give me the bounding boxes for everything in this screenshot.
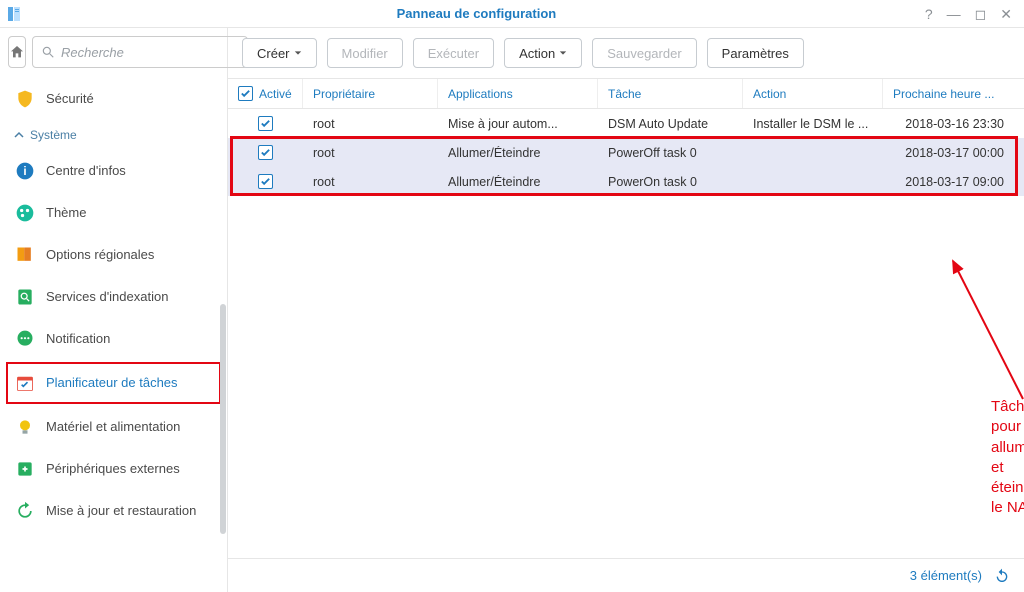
- home-icon: [9, 44, 25, 60]
- sidebar-item-notification[interactable]: Notification: [0, 318, 227, 360]
- cell-next: 2018-03-16 23:30: [883, 117, 1024, 131]
- toolbar: Créer Modifier Exécuter Action Sauvegard…: [228, 28, 1024, 79]
- cell-task: DSM Auto Update: [598, 117, 743, 131]
- sidebar-item-label: Notification: [46, 331, 110, 347]
- search-box[interactable]: [32, 36, 248, 68]
- col-header-applications[interactable]: Applications: [438, 79, 598, 108]
- search-input[interactable]: [61, 45, 239, 60]
- annotation-text: Tâches pour allumer et éteindre le NAS: [991, 397, 1024, 519]
- caret-down-icon: [559, 49, 567, 57]
- cell-app: Allumer/Éteindre: [438, 146, 598, 160]
- scrollbar[interactable]: [220, 304, 226, 534]
- search-doc-icon: [14, 286, 36, 308]
- col-header-task[interactable]: Tâche: [598, 79, 743, 108]
- cell-active: [228, 116, 303, 131]
- flag-icon: [14, 244, 36, 266]
- svg-text:i: i: [23, 165, 26, 178]
- window-title: Panneau de configuration: [28, 6, 925, 21]
- refresh-icon: [994, 568, 1010, 584]
- col-header-owner[interactable]: Propriétaire: [303, 79, 438, 108]
- sidebar-item-info-center[interactable]: i Centre d'infos: [0, 150, 227, 192]
- sidebar-item-label: Périphériques externes: [46, 461, 180, 477]
- sidebar-item-regional[interactable]: Options régionales: [0, 234, 227, 276]
- cell-app: Allumer/Éteindre: [438, 175, 598, 189]
- execute-button[interactable]: Exécuter: [413, 38, 494, 68]
- sidebar-item-label: Services d'indexation: [46, 289, 168, 305]
- row-checkbox[interactable]: [258, 145, 273, 160]
- cell-task: PowerOn task 0: [598, 175, 743, 189]
- cell-owner: root: [303, 146, 438, 160]
- modify-button[interactable]: Modifier: [327, 38, 403, 68]
- save-button[interactable]: Sauvegarder: [592, 38, 696, 68]
- row-checkbox[interactable]: [258, 116, 273, 131]
- cell-app: Mise à jour autom...: [438, 117, 598, 131]
- col-header-next[interactable]: Prochaine heure ...: [883, 79, 1024, 108]
- footer: 3 élément(s): [228, 558, 1024, 592]
- sidebar-item-label: Centre d'infos: [46, 163, 126, 179]
- search-icon: [41, 45, 55, 59]
- close-icon[interactable]: ✕: [1000, 7, 1012, 21]
- minimize-icon[interactable]: —: [947, 7, 961, 21]
- sidebar-item-label: Sécurité: [46, 91, 94, 107]
- settings-button[interactable]: Paramètres: [707, 38, 804, 68]
- table-row[interactable]: root Allumer/Éteindre PowerOn task 0 201…: [228, 167, 1024, 196]
- sidebar-item-theme[interactable]: Thème: [0, 192, 227, 234]
- info-icon: i: [14, 160, 36, 182]
- cell-action: Installer le DSM le ...: [743, 117, 883, 131]
- app-icon: [0, 0, 28, 28]
- item-count: 3 élément(s): [910, 568, 982, 583]
- header-checkbox[interactable]: [238, 86, 253, 101]
- calendar-icon: [14, 372, 36, 394]
- cell-active: [228, 145, 303, 160]
- sidebar-item-label: Matériel et alimentation: [46, 419, 180, 435]
- home-button[interactable]: [8, 36, 26, 68]
- palette-icon: [14, 202, 36, 224]
- chat-icon: [14, 328, 36, 350]
- table-row[interactable]: root Mise à jour autom... DSM Auto Updat…: [228, 109, 1024, 138]
- row-checkbox[interactable]: [258, 174, 273, 189]
- cell-next: 2018-03-17 09:00: [883, 175, 1024, 189]
- cell-owner: root: [303, 175, 438, 189]
- sidebar-item-external-devices[interactable]: Périphériques externes: [0, 448, 227, 490]
- cell-owner: root: [303, 117, 438, 131]
- sidebar-item-label: Options régionales: [46, 247, 154, 263]
- shield-icon: [14, 88, 36, 110]
- cell-task: PowerOff task 0: [598, 146, 743, 160]
- sidebar: Sécurité Système i Centre d'infos Thème …: [0, 28, 228, 592]
- cell-active: [228, 174, 303, 189]
- sidebar-section-system[interactable]: Système: [0, 120, 227, 150]
- help-icon[interactable]: ?: [925, 7, 933, 21]
- task-table: Activé Propriétaire Applications Tâche A…: [228, 79, 1024, 558]
- cell-next: 2018-03-17 00:00: [883, 146, 1024, 160]
- sidebar-item-label: Thème: [46, 205, 86, 221]
- refresh-button[interactable]: [994, 568, 1010, 584]
- chevron-up-icon: [14, 130, 24, 140]
- sidebar-item-task-scheduler[interactable]: Planificateur de tâches: [6, 362, 221, 404]
- sidebar-item-hardware-power[interactable]: Matériel et alimentation: [0, 406, 227, 448]
- maximize-icon[interactable]: ◻: [975, 7, 987, 21]
- sidebar-item-label: Planificateur de tâches: [46, 375, 178, 391]
- sidebar-item-update-restore[interactable]: Mise à jour et restauration: [0, 490, 227, 532]
- create-button[interactable]: Créer: [242, 38, 317, 68]
- bulb-icon: [14, 416, 36, 438]
- annotation-arrow: [938, 249, 1024, 409]
- col-header-action[interactable]: Action: [743, 79, 883, 108]
- sidebar-item-security[interactable]: Sécurité: [0, 78, 227, 120]
- col-header-active[interactable]: Activé: [228, 79, 303, 108]
- caret-down-icon: [294, 49, 302, 57]
- table-row[interactable]: root Allumer/Éteindre PowerOff task 0 20…: [228, 138, 1024, 167]
- sidebar-item-label: Mise à jour et restauration: [46, 503, 196, 519]
- device-icon: [14, 458, 36, 480]
- content-area: Créer Modifier Exécuter Action Sauvegard…: [228, 28, 1024, 592]
- action-button[interactable]: Action: [504, 38, 582, 68]
- sidebar-item-indexing[interactable]: Services d'indexation: [0, 276, 227, 318]
- sync-icon: [14, 500, 36, 522]
